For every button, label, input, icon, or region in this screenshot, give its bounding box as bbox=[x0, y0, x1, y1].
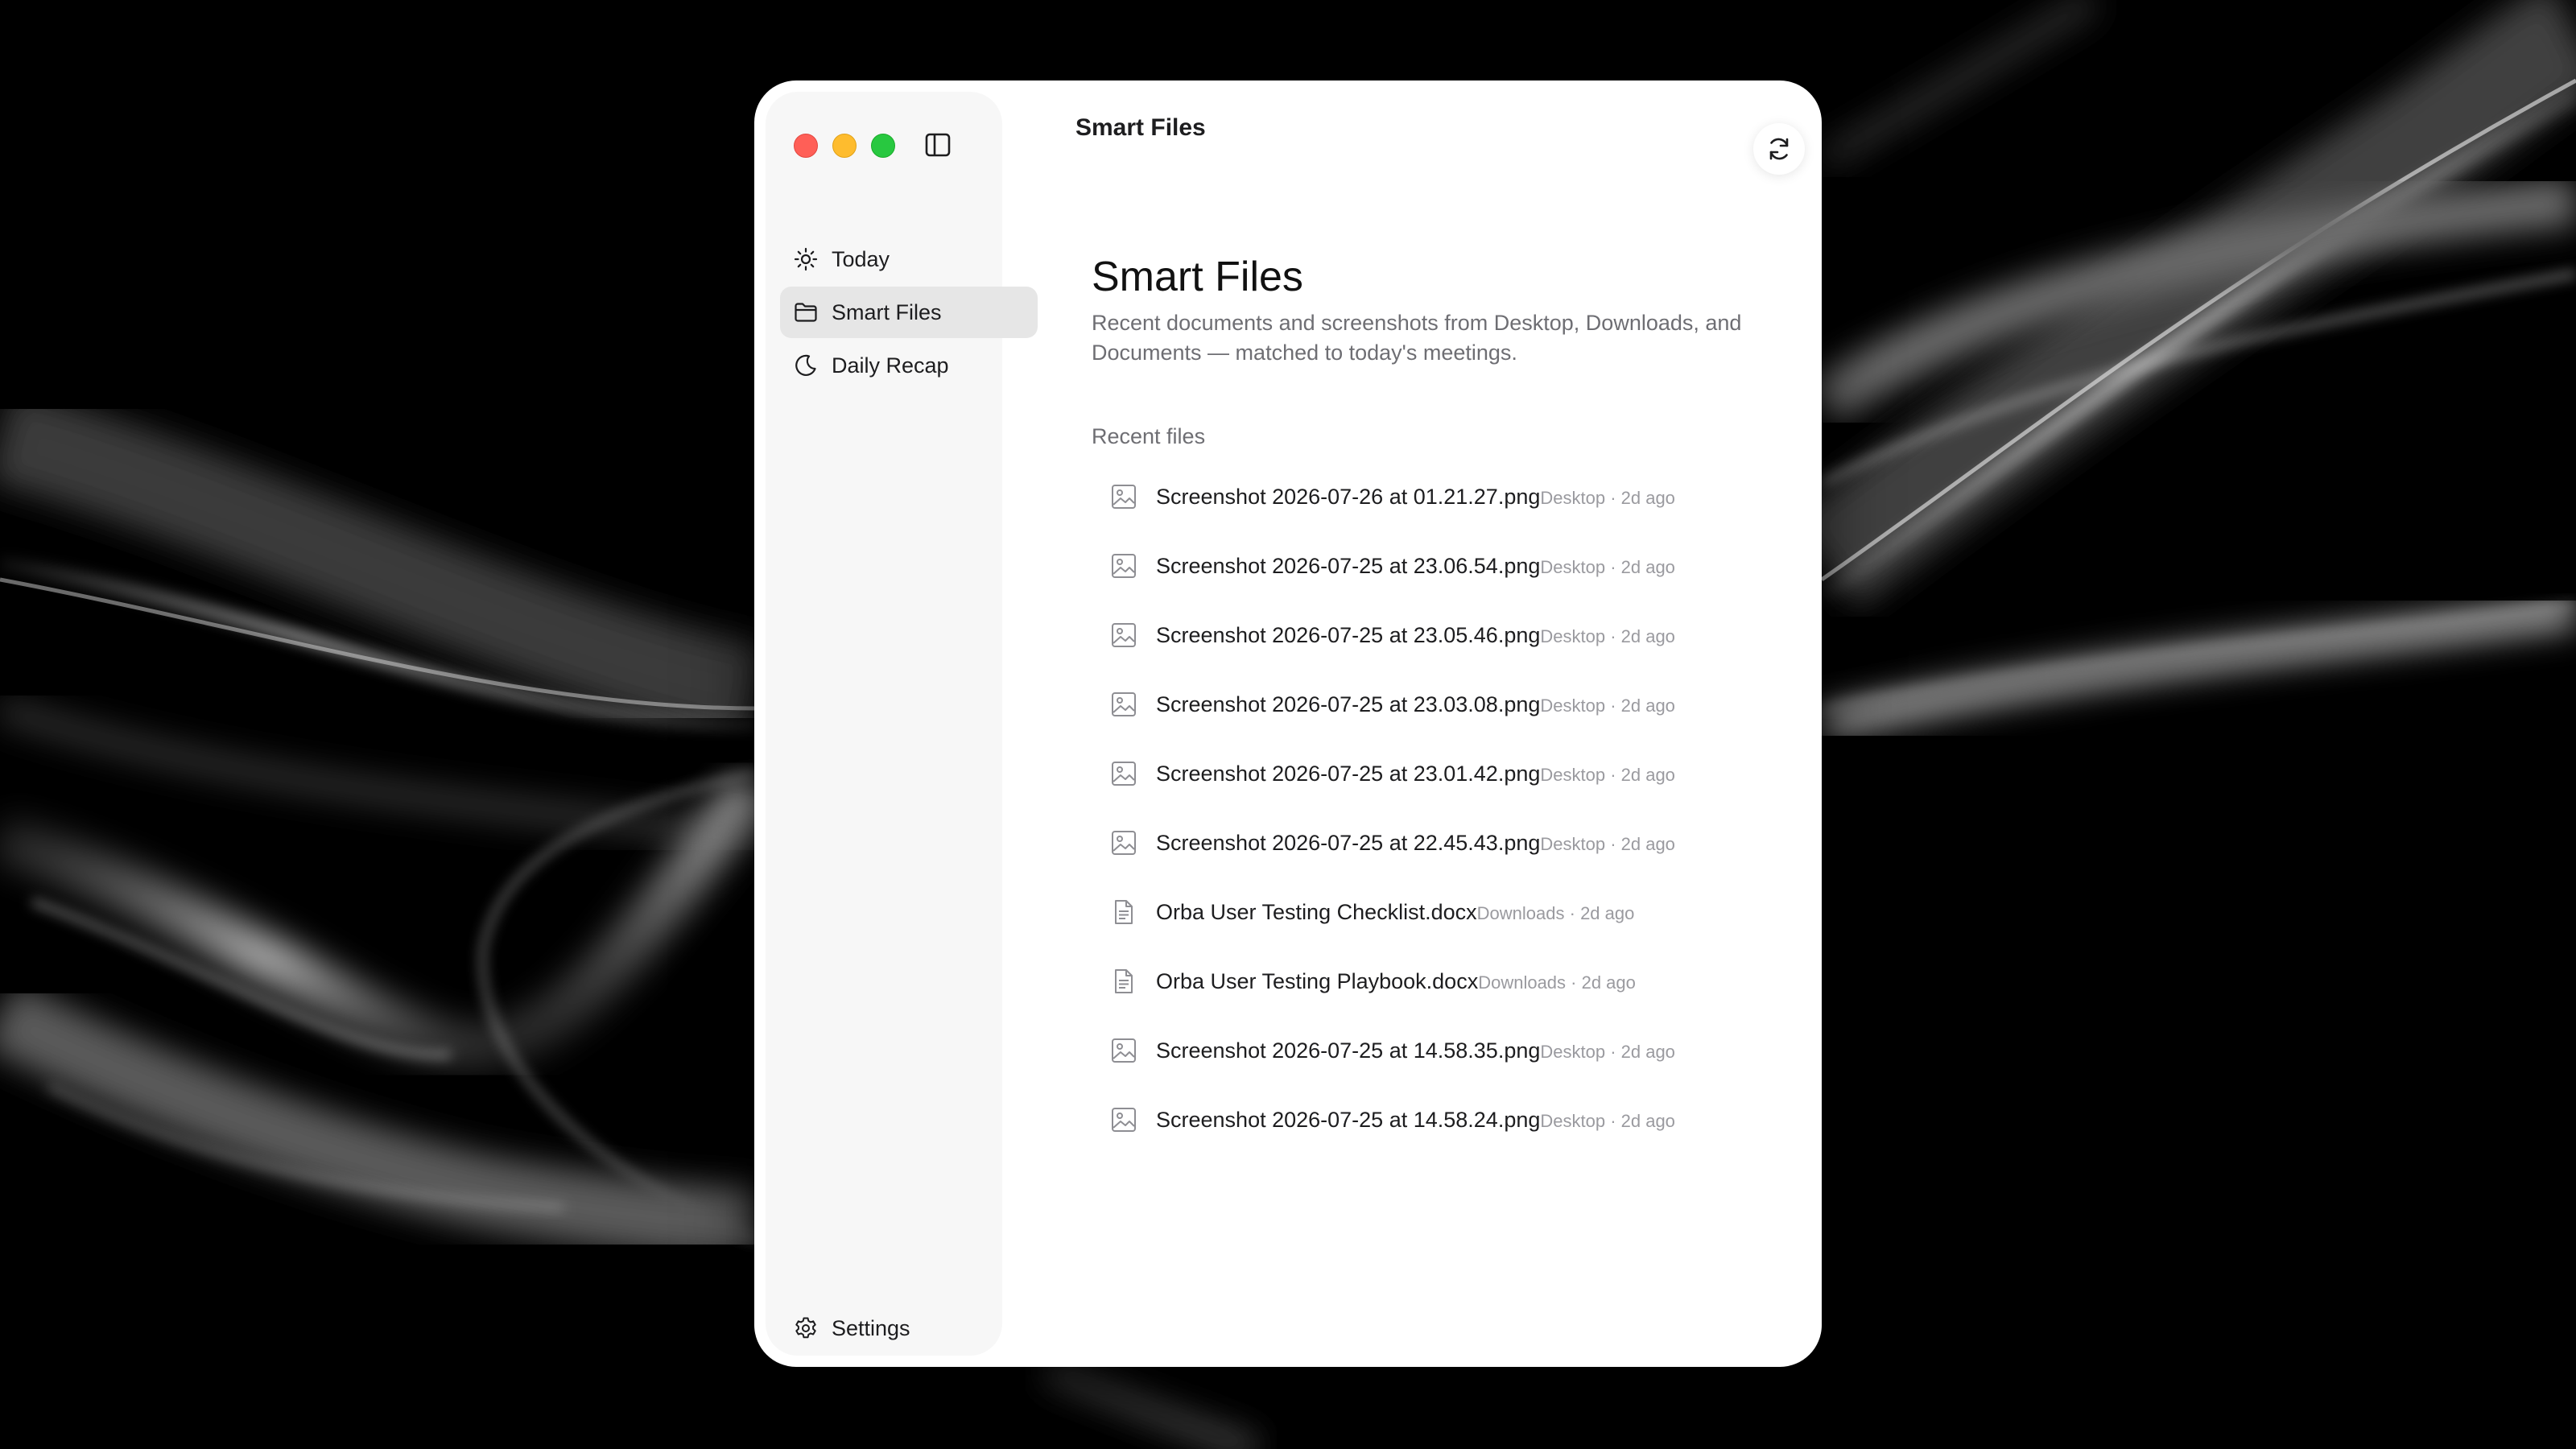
file-meta: Desktop · 2d ago bbox=[1540, 765, 1675, 785]
moon-icon bbox=[795, 354, 816, 376]
file-meta: Desktop · 2d ago bbox=[1540, 1042, 1675, 1062]
file-name: Screenshot 2026-07-26 at 01.21.27.png bbox=[1156, 484, 1541, 509]
image-file-icon bbox=[1112, 692, 1136, 716]
gear-icon bbox=[795, 1317, 816, 1339]
file-row[interactable]: Screenshot 2026-07-25 at 14.58.35.png De… bbox=[1109, 1016, 1802, 1085]
refresh-icon bbox=[1769, 138, 1789, 160]
file-name: Screenshot 2026-07-25 at 14.58.24.png bbox=[1156, 1107, 1541, 1132]
file-row[interactable]: Screenshot 2026-07-25 at 23.01.42.png De… bbox=[1109, 739, 1802, 808]
app-window: Today Smart Files Daily Recap Settings S… bbox=[754, 80, 1822, 1367]
sidebar-item-label: Smart Files bbox=[832, 300, 942, 324]
sidebar-item-daily-recap[interactable]: Daily Recap bbox=[780, 340, 1038, 391]
file-name: Screenshot 2026-07-25 at 22.45.43.png bbox=[1156, 830, 1541, 855]
file-row[interactable]: Screenshot 2026-07-25 at 23.06.54.png De… bbox=[1109, 531, 1802, 601]
file-meta: Desktop · 2d ago bbox=[1540, 557, 1675, 577]
file-name: Screenshot 2026-07-25 at 23.03.08.png bbox=[1156, 691, 1541, 716]
image-file-icon bbox=[1112, 623, 1136, 647]
refresh-button[interactable] bbox=[1753, 123, 1805, 175]
file-meta: Desktop · 2d ago bbox=[1540, 834, 1675, 854]
image-file-icon bbox=[1112, 831, 1136, 855]
file-name: Orba User Testing Playbook.docx bbox=[1156, 968, 1479, 993]
zoom-window-button[interactable] bbox=[871, 134, 895, 158]
file-row[interactable]: Screenshot 2026-07-25 at 23.03.08.png De… bbox=[1109, 670, 1802, 739]
close-window-button[interactable] bbox=[794, 134, 818, 158]
file-meta: Downloads · 2d ago bbox=[1478, 972, 1636, 993]
file-name: Orba User Testing Checklist.docx bbox=[1156, 899, 1477, 924]
sidebar-item-settings[interactable]: Settings bbox=[780, 1302, 1038, 1354]
sidebar-item-today[interactable]: Today bbox=[780, 233, 1038, 285]
file-meta: Desktop · 2d ago bbox=[1540, 488, 1675, 508]
file-name: Screenshot 2026-07-25 at 23.06.54.png bbox=[1156, 553, 1541, 578]
file-row[interactable]: Orba User Testing Playbook.docx Download… bbox=[1109, 947, 1802, 1016]
sidebar-item-label: Daily Recap bbox=[832, 353, 949, 378]
file-meta: Downloads · 2d ago bbox=[1476, 903, 1635, 923]
file-row[interactable]: Screenshot 2026-07-25 at 23.05.46.png De… bbox=[1109, 601, 1802, 670]
page-description: Recent documents and screenshots from De… bbox=[1092, 311, 1742, 365]
minimize-window-button[interactable] bbox=[832, 134, 857, 158]
image-file-icon bbox=[1112, 762, 1136, 786]
sidebar-toggle-icon bbox=[925, 133, 951, 157]
file-meta: Desktop · 2d ago bbox=[1540, 626, 1675, 646]
page-title: Smart Files bbox=[1092, 254, 1303, 300]
image-file-icon bbox=[1112, 1038, 1136, 1063]
file-row[interactable]: Screenshot 2026-07-25 at 22.45.43.png De… bbox=[1109, 808, 1802, 877]
document-file-icon bbox=[1115, 900, 1133, 924]
file-row[interactable]: Screenshot 2026-07-25 at 14.58.24.png De… bbox=[1109, 1085, 1802, 1154]
file-meta: Desktop · 2d ago bbox=[1540, 1111, 1675, 1131]
file-row[interactable]: Orba User Testing Checklist.docx Downloa… bbox=[1109, 877, 1802, 947]
folder-icon bbox=[795, 303, 817, 322]
sidebar: Today Smart Files Daily Recap Settings bbox=[766, 92, 1038, 1356]
file-name: Screenshot 2026-07-25 at 14.58.35.png bbox=[1156, 1038, 1541, 1063]
file-row[interactable]: Screenshot 2026-07-26 at 01.21.27.png De… bbox=[1109, 462, 1802, 531]
sidebar-item-label: Today bbox=[832, 247, 890, 271]
sidebar-item-smart-files[interactable]: Smart Files bbox=[780, 287, 1038, 338]
sun-icon bbox=[794, 247, 818, 271]
image-file-icon bbox=[1112, 1108, 1136, 1132]
recent-files-list: Screenshot 2026-07-26 at 01.21.27.png De… bbox=[1109, 462, 1802, 1154]
image-file-icon bbox=[1112, 554, 1136, 578]
document-file-icon bbox=[1115, 969, 1133, 993]
image-file-icon bbox=[1112, 485, 1136, 509]
window-title: Smart Files bbox=[1075, 114, 1206, 141]
sidebar-toggle-button[interactable] bbox=[923, 130, 952, 159]
file-name: Screenshot 2026-07-25 at 23.05.46.png bbox=[1156, 622, 1541, 647]
file-name: Screenshot 2026-07-25 at 23.01.42.png bbox=[1156, 761, 1541, 786]
file-meta: Desktop · 2d ago bbox=[1540, 696, 1675, 716]
section-heading-recent-files: Recent files bbox=[1092, 424, 1206, 448]
settings-label: Settings bbox=[832, 1316, 910, 1340]
